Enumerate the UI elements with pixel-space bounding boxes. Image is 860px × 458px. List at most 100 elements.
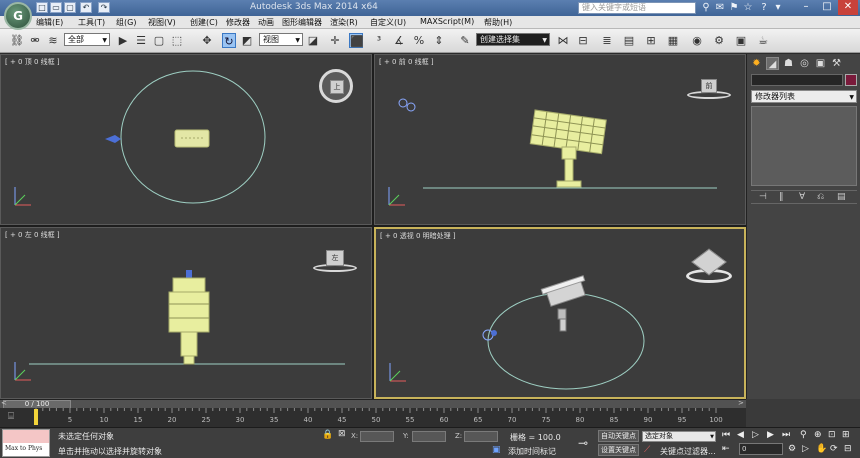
z-coordinate-field[interactable]	[464, 431, 498, 442]
object-color-swatch[interactable]	[845, 74, 857, 86]
menu-customize[interactable]: 自定义(U)	[370, 17, 406, 28]
viewcube-face-front[interactable]: 前	[701, 79, 717, 93]
binoculars-icon[interactable]: ⚲	[700, 2, 712, 14]
search-input[interactable]: 键入关键字或短语	[578, 2, 696, 14]
play-icon[interactable]: ▷	[752, 430, 759, 440]
select-and-rotate-icon[interactable]: ↻	[222, 33, 236, 48]
angle-snap-icon[interactable]: ∡	[392, 33, 406, 48]
mirror-icon[interactable]: ⋈	[556, 33, 570, 48]
select-and-scale-icon[interactable]: ◩	[240, 33, 254, 48]
percent-snap-icon[interactable]: %	[412, 33, 426, 48]
menu-group[interactable]: 组(G)	[116, 17, 136, 28]
save-file-icon[interactable]: ▢	[64, 2, 76, 13]
menu-animation[interactable]: 动画	[258, 17, 274, 28]
select-and-move-icon[interactable]: ✥	[200, 33, 214, 48]
show-end-result-icon[interactable]: ‖	[779, 192, 784, 202]
current-frame-marker[interactable]	[34, 409, 38, 425]
object-name-field[interactable]	[751, 74, 843, 86]
make-unique-icon[interactable]: ∀	[799, 192, 805, 202]
modifier-stack[interactable]	[751, 106, 857, 186]
maxscript-listener[interactable]: Max to Phys	[2, 429, 50, 457]
favorites-icon[interactable]: ☆	[742, 2, 754, 14]
modify-tab-icon[interactable]: ◢	[766, 57, 779, 70]
redo-icon[interactable]: ↷	[98, 2, 110, 13]
key-mode-icon[interactable]: ⇤	[722, 444, 730, 454]
auto-key-button[interactable]: 自动关键点	[598, 430, 639, 442]
menu-rendering[interactable]: 渲染(R)	[330, 17, 358, 28]
x-coordinate-field[interactable]	[360, 431, 394, 442]
unlink-icon[interactable]: ⚮	[28, 33, 42, 48]
menu-tools[interactable]: 工具(T)	[78, 17, 105, 28]
curve-editor-icon[interactable]: ⊞	[644, 33, 658, 48]
field-of-view-icon[interactable]: ▷	[802, 444, 809, 454]
new-file-icon[interactable]: □	[36, 2, 48, 13]
spinner-snap-icon[interactable]: ⇕	[432, 33, 446, 48]
select-object-icon[interactable]: ▶	[116, 33, 130, 48]
go-to-start-icon[interactable]: ⏮	[722, 430, 730, 440]
motion-tab-icon[interactable]: ◎	[798, 57, 811, 70]
viewcube-front[interactable]: 前	[687, 79, 731, 99]
render-production-icon[interactable]: ☕	[756, 33, 770, 48]
time-slider-next-icon[interactable]: >	[738, 399, 744, 407]
maximize-button[interactable]: □	[817, 0, 837, 15]
help-dropdown-icon[interactable]: ▾	[772, 2, 784, 14]
select-and-link-icon[interactable]: ⛓	[10, 33, 24, 48]
help-icon[interactable]: ?	[758, 2, 770, 14]
maximize-viewport-icon[interactable]: ⊟	[844, 444, 852, 454]
menu-views[interactable]: 视图(V)	[148, 17, 176, 28]
remove-modifier-icon[interactable]: ⎌	[817, 192, 824, 202]
menu-create[interactable]: 创建(C)	[190, 17, 218, 28]
maxscript-mini-listener-input[interactable]	[3, 430, 49, 443]
menu-maxscript[interactable]: MAXScript(M)	[420, 17, 474, 26]
viewcube-top[interactable]: 上	[319, 69, 353, 103]
schematic-view-icon[interactable]: ▦	[666, 33, 680, 48]
pivot-point-icon[interactable]: ◪	[306, 33, 320, 48]
go-to-end-icon[interactable]: ⏭	[782, 430, 790, 440]
display-tab-icon[interactable]: ▣	[814, 57, 827, 70]
viewcube-left[interactable]: 左	[313, 250, 357, 272]
align-icon[interactable]: ⊟	[576, 33, 590, 48]
zoom-all-icon[interactable]: ⊕	[814, 430, 822, 440]
open-file-icon[interactable]: ▭	[50, 2, 62, 13]
select-manipulate-icon[interactable]: ✛	[328, 33, 342, 48]
edit-named-selection-icon[interactable]: ✎	[458, 33, 472, 48]
absolute-mode-icon[interactable]: ⊠	[338, 429, 346, 439]
snaps-toggle-icon[interactable]: ³	[372, 33, 386, 48]
menu-graph-editors[interactable]: 图形编辑器	[282, 17, 322, 28]
render-setup-icon[interactable]: ⚙	[712, 33, 726, 48]
undo-icon[interactable]: ↶	[80, 2, 92, 13]
pan-view-icon[interactable]: ✋	[816, 444, 827, 454]
viewport-front[interactable]: [ + 0 前 0 线框 ] 前	[374, 54, 746, 225]
menu-help[interactable]: 帮助(H)	[484, 17, 512, 28]
menu-modifiers[interactable]: 修改器	[226, 17, 250, 28]
selection-lock-icon[interactable]: 🔒	[322, 430, 333, 440]
track-bar[interactable]: ⌸ 05101520253035404550556065707580859095…	[0, 408, 746, 427]
viewcube-perspective[interactable]	[686, 247, 732, 287]
application-menu-button[interactable]: G	[4, 2, 32, 30]
zoom-extents-all-icon[interactable]: ⊞	[842, 430, 850, 440]
orbit-icon[interactable]: ⟳	[830, 444, 838, 454]
rectangular-selection-icon[interactable]: ▢	[152, 33, 166, 48]
minimize-button[interactable]: –	[796, 0, 816, 15]
zoom-extents-icon[interactable]: ⊡	[828, 430, 836, 440]
layer-manager-icon[interactable]: ≣	[600, 33, 614, 48]
key-selection-dropdown[interactable]: 选定对象	[642, 431, 716, 442]
next-frame-icon[interactable]: ▶	[767, 430, 774, 440]
create-tab-icon[interactable]: ✹	[750, 57, 763, 70]
bind-space-warp-icon[interactable]: ≋	[46, 33, 60, 48]
key-icon[interactable]: ⊸	[578, 436, 588, 450]
communication-icon[interactable]: ⚑	[728, 2, 740, 14]
zoom-icon[interactable]: ⚲	[800, 430, 807, 440]
viewcube-face-top[interactable]: 上	[330, 80, 344, 94]
named-selection-dropdown[interactable]: 创建选择集	[476, 33, 550, 46]
key-filters-button[interactable]: 关键点过滤器...	[660, 446, 716, 457]
y-coordinate-field[interactable]	[412, 431, 446, 442]
time-configuration-icon[interactable]: ⚙	[788, 444, 796, 454]
time-tag-icon[interactable]: ▣	[492, 445, 501, 455]
set-key-button[interactable]: 设置关键点	[598, 444, 639, 456]
time-slider[interactable]: 0 / 100 < >	[0, 399, 746, 409]
pin-stack-icon[interactable]: ⊣	[759, 192, 767, 202]
close-button[interactable]: ✕	[838, 0, 858, 15]
graphite-ribbon-icon[interactable]: ▤	[622, 33, 636, 48]
modifier-list-dropdown[interactable]: 修改器列表	[751, 90, 857, 103]
